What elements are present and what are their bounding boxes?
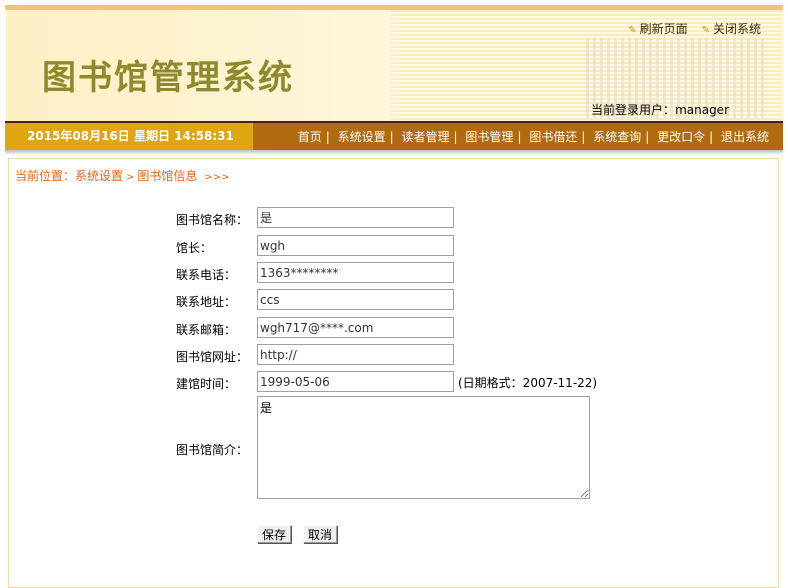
content-panel: 当前位置：系统设置>图书馆信息 >>> 图书馆名称： 馆长： 联系电话： 联系地… xyxy=(8,158,779,588)
url-label: 图书馆网址： xyxy=(176,350,249,364)
email-label: 联系邮箱： xyxy=(176,323,237,337)
curator-input[interactable] xyxy=(257,235,454,256)
app-logo: 图书馆管理系统 xyxy=(42,58,294,98)
url-input[interactable] xyxy=(257,344,454,365)
datetime: 2015年08月16日 星期日 14:58:31 xyxy=(5,123,253,150)
date-format-hint: (日期格式：2007-11-22) xyxy=(458,376,598,390)
nav-borrow-return[interactable]: 图书借还 xyxy=(529,130,577,144)
breadcrumb-section[interactable]: 系统设置 xyxy=(75,169,123,183)
refresh-link[interactable]: ✎ 刷新页面 xyxy=(628,20,687,37)
nav-reader-management[interactable]: 读者管理 xyxy=(402,130,450,144)
founded-label: 建馆时间： xyxy=(176,377,237,391)
intro-textarea[interactable]: 是 xyxy=(257,396,590,499)
curator-label: 馆长： xyxy=(176,241,213,255)
address-label: 联系地址： xyxy=(176,295,237,309)
intro-label: 图书馆简介： xyxy=(176,443,249,457)
pencil-icon: ✎ xyxy=(701,25,710,36)
save-button[interactable]: 保存 xyxy=(257,525,292,543)
breadcrumb: 当前位置：系统设置 > 图书馆信息 >>> xyxy=(15,169,230,183)
founded-date-input[interactable] xyxy=(257,371,454,392)
nav-home[interactable]: 首页 xyxy=(298,130,322,144)
cancel-button[interactable]: 取消 xyxy=(303,525,338,543)
nav-change-password[interactable]: 更改口令 xyxy=(657,130,705,144)
library-name-input[interactable] xyxy=(257,207,454,228)
nav-system-query[interactable]: 系统查询 xyxy=(593,130,641,144)
current-user: 当前登录用户：manager xyxy=(591,103,729,117)
address-input[interactable] xyxy=(257,289,454,310)
header: 图书馆管理系统 ✎ 刷新页面 ✎ 关闭系统 当前登录用户：manager xyxy=(5,10,783,121)
name-label: 图书馆名称： xyxy=(176,213,249,227)
phone-label: 联系电话： xyxy=(176,268,237,282)
nav-logout[interactable]: 退出系统 xyxy=(721,130,769,144)
email-input[interactable] xyxy=(257,317,454,338)
pencil-icon: ✎ xyxy=(628,25,637,36)
main-menu: 首页 | 系统设置 | 读者管理 | 图书管理 | 图书借还 | 系统查询 | 更改口令 | … xyxy=(297,130,769,144)
phone-input[interactable] xyxy=(257,262,454,283)
nav-system-settings[interactable]: 系统设置 xyxy=(338,130,386,144)
nav-book-management[interactable]: 图书管理 xyxy=(465,130,513,144)
close-system-link[interactable]: ✎ 关闭系统 xyxy=(702,20,761,37)
nav-bar: 2015年08月16日 星期日 14:58:31 首页 | 系统设置 | 读者管理 |… xyxy=(5,123,783,150)
